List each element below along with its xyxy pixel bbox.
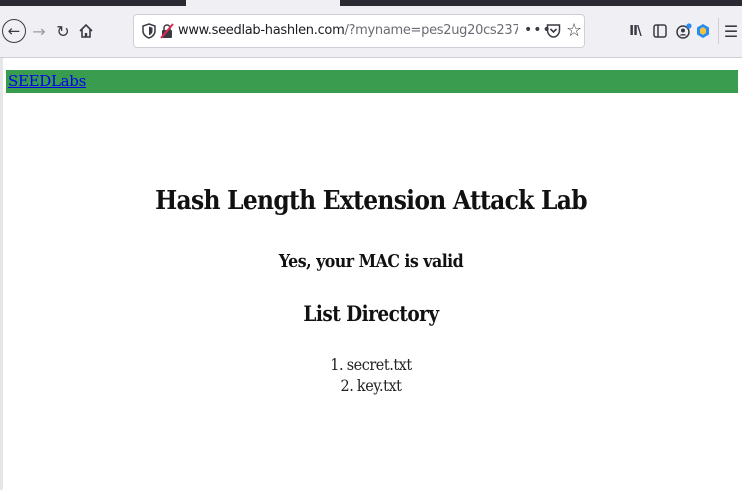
bookmark-star-icon[interactable]: ☆ xyxy=(566,19,582,43)
left-edge xyxy=(0,58,3,490)
file-list: 1. secret.txt 2. key.txt xyxy=(37,354,705,396)
file-name: key.txt xyxy=(356,376,402,395)
reload-icon[interactable]: ↻ xyxy=(54,18,72,44)
navigation-toolbar: ← → ↻ www.seedlab-hashlen.com/?myname=pe… xyxy=(0,6,742,58)
toolbar-divider xyxy=(718,18,719,44)
list-item: 2. key.txt xyxy=(37,375,705,396)
seedlabs-link[interactable]: SEEDLabs xyxy=(8,72,86,90)
insecure-lock-icon[interactable] xyxy=(160,23,174,39)
forward-icon[interactable]: → xyxy=(30,18,48,44)
header-bar xyxy=(6,70,738,93)
address-bar[interactable]: www.seedlab-hashlen.com/?myname=pes2ug20… xyxy=(133,14,585,48)
url-text[interactable]: www.seedlab-hashlen.com/?myname=pes2ug20… xyxy=(178,15,518,47)
url-host: www.seedlab-hashlen.com xyxy=(178,23,345,38)
url-path: /?myname=pes2ug20cs237&uid=1001&lstcm xyxy=(344,23,518,38)
list-item-number: 1. xyxy=(330,355,344,374)
file-name: secret.txt xyxy=(346,355,412,374)
page-content: SEEDLabs Hash Length Extension Attack La… xyxy=(0,58,742,490)
sidebar-icon[interactable] xyxy=(650,20,670,42)
hamburger-menu-icon[interactable]: ☰ xyxy=(722,20,740,42)
page-title: Hash Length Extension Attack Lab xyxy=(155,186,587,216)
extension-icon[interactable] xyxy=(694,20,712,42)
pocket-icon[interactable] xyxy=(546,23,561,39)
list-item: 1. secret.txt xyxy=(37,354,705,375)
library-icon[interactable]: II\ xyxy=(624,20,646,42)
back-icon: ← xyxy=(2,19,26,43)
home-icon[interactable] xyxy=(76,18,96,44)
directory-heading: List Directory xyxy=(303,301,439,326)
mac-status-message: Yes, your MAC is valid xyxy=(278,251,464,272)
list-item-number: 2. xyxy=(340,376,354,395)
back-button[interactable]: ← xyxy=(0,16,28,46)
shield-icon[interactable] xyxy=(142,23,156,39)
account-icon[interactable] xyxy=(673,20,695,42)
